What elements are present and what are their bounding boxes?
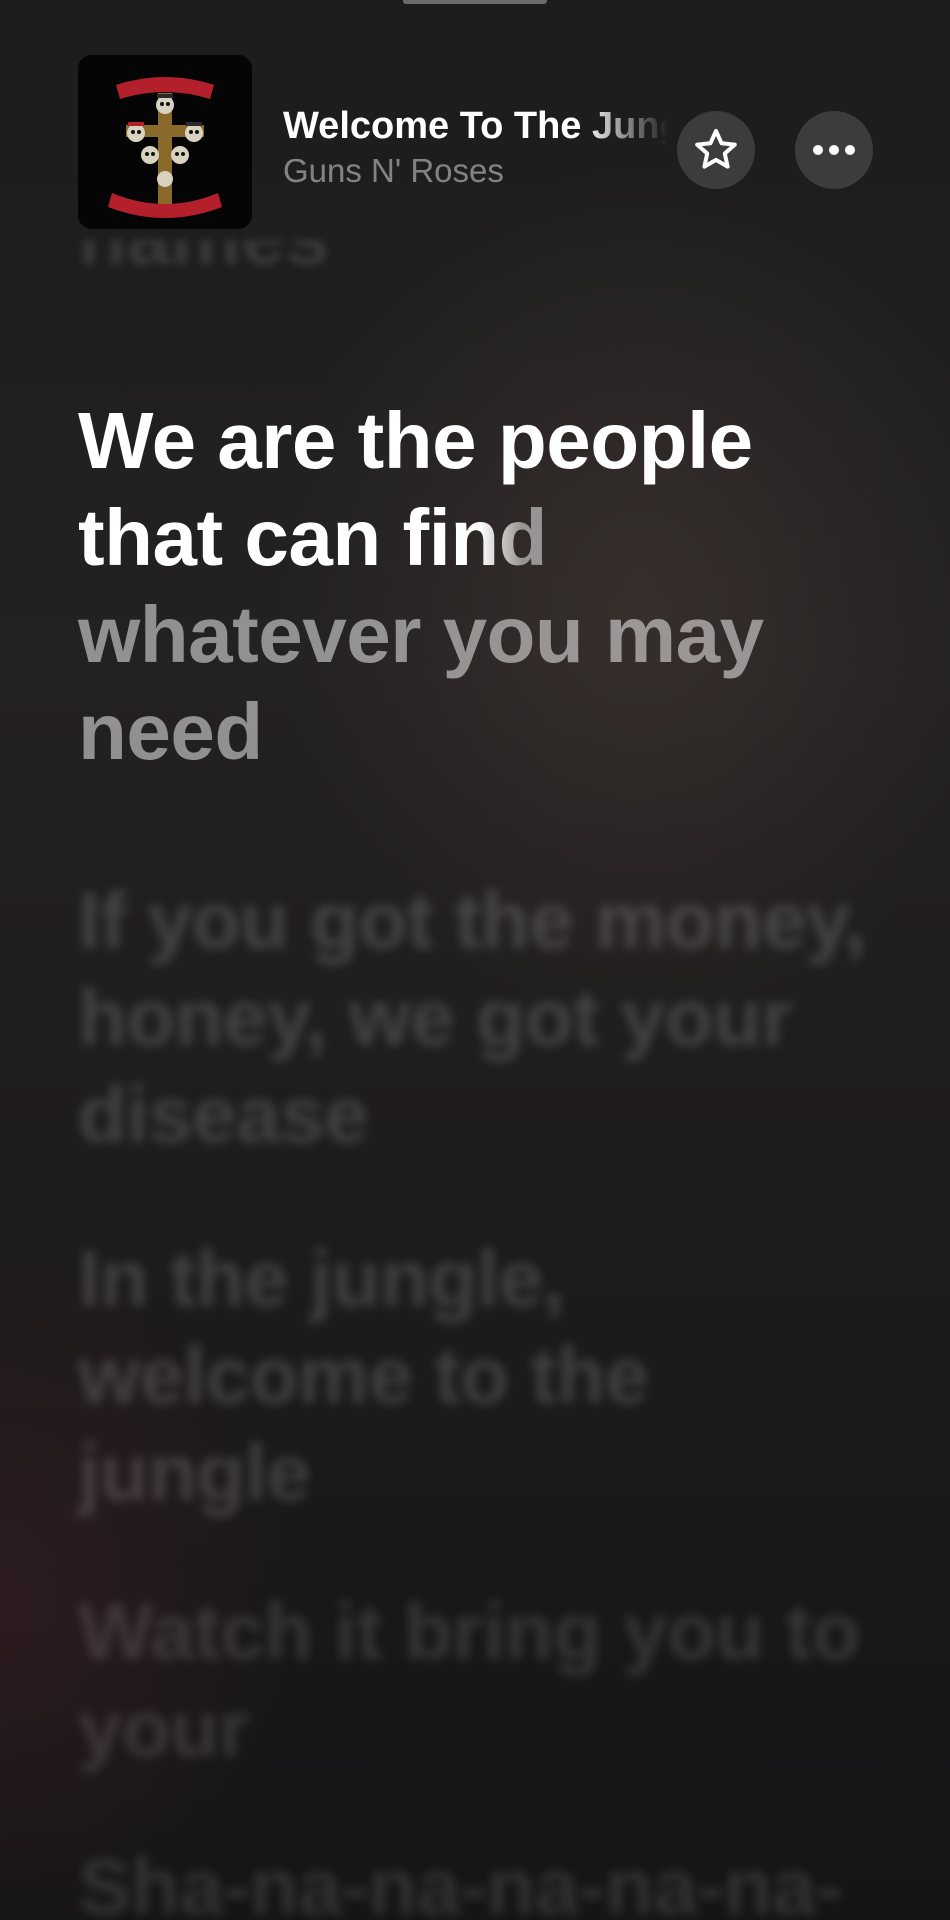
lyric-line[interactable]: Sha-na-na-na-na-na-na-na [78, 1838, 868, 1920]
star-icon [695, 129, 737, 169]
artist-name: Guns N' Roses [283, 152, 504, 189]
lyric-upcoming-text: whatever you may need [78, 590, 764, 776]
lyrics-screen: Welcome To The Jungle Guns N' Roses name… [0, 0, 950, 1920]
lyric-sung-text: We are the people that can fi [78, 396, 753, 582]
lyric-fading-text: nd [450, 493, 548, 582]
lyric-line-current[interactable]: We are the people that can find whatever… [78, 392, 868, 780]
lyric-line[interactable]: If you got the money, honey, we got your… [78, 872, 868, 1163]
favorite-button[interactable] [677, 111, 755, 189]
now-playing-header: Welcome To The Jungle Guns N' Roses [0, 0, 950, 260]
lyric-text: names [78, 240, 868, 285]
cross-logo-icon [78, 55, 252, 229]
album-artwork[interactable] [78, 55, 252, 229]
track-info[interactable]: Welcome To The Jungle Guns N' Roses [283, 102, 668, 192]
song-title: Welcome To The Jungle [283, 105, 668, 147]
lyric-line[interactable]: Watch it bring you to your [78, 1583, 868, 1777]
more-options-button[interactable] [795, 111, 873, 189]
lyric-line[interactable]: In the jungle, welcome to the jungle [78, 1230, 868, 1521]
lyric-line-previous[interactable]: names [78, 240, 868, 310]
ellipsis-icon [813, 145, 855, 155]
